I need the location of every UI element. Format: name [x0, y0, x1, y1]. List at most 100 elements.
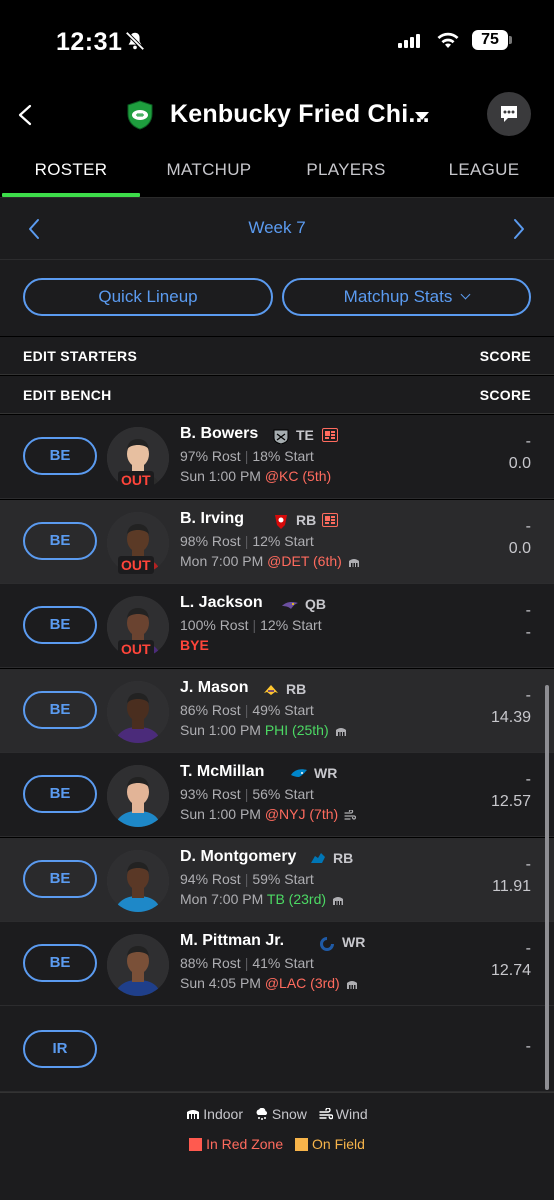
edit-bench-link[interactable]: EDIT BENCH [23, 387, 112, 403]
player-row[interactable]: BE J. Mason RB 86% Rost | 49% Start Sun 1:00 … [0, 669, 554, 753]
scrollbar[interactable] [545, 685, 549, 1090]
player-row[interactable]: BE T. McMillan WR 93% Rost | 56% Start Sun 1:… [0, 753, 554, 837]
player-score: 11.91 [492, 878, 531, 895]
status-bar: 12:31 75 [0, 0, 554, 84]
roster-stats: 98% Rost | 12% Start [180, 533, 314, 549]
roster-stats: 94% Rost | 59% Start [180, 871, 314, 887]
edit-bench-row: EDIT BENCH SCORE [0, 376, 554, 414]
player-name[interactable]: B. Bowers [180, 425, 258, 443]
player-row[interactable]: BE D. Montgomery RB 94% Rost | 59% Start Mon … [0, 838, 554, 922]
raiders-logo-icon [273, 429, 289, 444]
game-info: Sun 1:00 PM @NYJ (7th) [180, 806, 357, 822]
player-name[interactable]: T. McMillan [180, 763, 264, 781]
chat-bubble-icon [501, 106, 517, 122]
bell-slash-icon [125, 31, 145, 51]
week-navigator: Week 7 [0, 198, 554, 260]
team-switcher-caret-icon[interactable] [415, 112, 429, 120]
news-icon[interactable] [322, 513, 338, 527]
game-time: Sun 4:05 PM [180, 975, 261, 991]
game-info: BYE [180, 637, 209, 653]
edit-starters-link[interactable]: EDIT STARTERS [23, 348, 137, 364]
player-headshot[interactable] [107, 850, 169, 912]
stadium-icon [187, 1110, 200, 1119]
player-position: RB [333, 850, 354, 866]
player-headshot[interactable] [107, 765, 169, 827]
team-name-title[interactable]: Kenbucky Fried Chi... [170, 100, 430, 129]
legend-red-zone: In Red Zone [189, 1136, 283, 1152]
next-week-chevron-icon[interactable] [512, 218, 526, 240]
rostered-percent: 98% Rost [180, 533, 241, 549]
started-percent: 41% Start [252, 955, 314, 971]
slot-button[interactable]: BE [23, 944, 97, 982]
player-name[interactable]: M. Pittman Jr. [180, 932, 284, 950]
ir-slot-button[interactable]: IR [23, 1030, 97, 1068]
game-time: Sun 1:00 PM [180, 722, 261, 738]
battery-icon: 75 [472, 30, 508, 50]
player-name[interactable]: B. Irving [180, 510, 244, 528]
rostered-percent: 86% Rost [180, 702, 241, 718]
player-row[interactable]: BE OUT L. Jackson QB 100% Rost | 12% Start BYE… [0, 584, 554, 668]
player-headshot[interactable] [107, 681, 169, 743]
ir-score: - [525, 1038, 531, 1055]
started-percent: 56% Start [252, 786, 314, 802]
slot-button[interactable]: BE [23, 691, 97, 729]
player-row[interactable]: BE OUT B. Irving RB 98% Rost | 12% Start Mon 7… [0, 500, 554, 584]
tab-league[interactable]: LEAGUE [415, 160, 553, 180]
game-time: Mon 7:00 PM [180, 891, 264, 907]
injury-status-badge: OUT [118, 640, 154, 658]
player-name[interactable]: J. Mason [180, 679, 248, 697]
stadium-icon [346, 981, 357, 989]
started-percent: 12% Start [260, 617, 322, 633]
clock: 12:31 [56, 28, 123, 56]
panthers-logo-icon [291, 769, 307, 777]
matchup-stats-button[interactable]: Matchup Stats [282, 278, 531, 316]
legend-on-field: On Field [295, 1136, 365, 1152]
legend-indoor-label: Indoor [203, 1106, 243, 1122]
divider: | [244, 448, 249, 464]
chat-button[interactable] [487, 92, 531, 136]
tab-players[interactable]: PLAYERS [277, 160, 415, 180]
quick-lineup-button[interactable]: Quick Lineup [23, 278, 273, 316]
injury-status-badge: OUT [118, 471, 154, 489]
tab-roster[interactable]: ROSTER [2, 160, 140, 180]
player-row[interactable]: BE M. Pittman Jr. WR 88% Rost | 41% Start Sun… [0, 922, 554, 1006]
news-icon[interactable] [322, 428, 338, 442]
quick-lineup-label: Quick Lineup [98, 287, 198, 306]
rostered-percent: 94% Rost [180, 871, 241, 887]
slot-button[interactable]: BE [23, 437, 97, 475]
stadium-icon [348, 559, 359, 567]
week-label[interactable]: Week 7 [0, 218, 554, 238]
slot-button[interactable]: BE [23, 522, 97, 560]
stadium-icon [333, 897, 344, 905]
divider: | [244, 533, 249, 549]
lineup-actions: Quick Lineup Matchup Stats [0, 260, 554, 336]
player-row[interactable]: BE OUT B. Bowers TE 97% Rost | 18% Start Sun 1… [0, 415, 554, 499]
legend-wind-label: Wind [335, 1106, 368, 1122]
player-name[interactable]: L. Jackson [180, 594, 263, 612]
legend-snow-label: Snow [271, 1106, 307, 1122]
score-header: SCORE [479, 348, 531, 364]
rostered-percent: 88% Rost [180, 955, 241, 971]
slot-button[interactable]: BE [23, 606, 97, 644]
slot-button[interactable]: BE [23, 775, 97, 813]
started-percent: 49% Start [252, 702, 314, 718]
player-position: WR [314, 765, 338, 781]
game-time: Sun 1:00 PM [180, 468, 261, 484]
player-name[interactable]: D. Montgomery [180, 848, 296, 866]
back-chevron-icon[interactable] [16, 104, 34, 126]
projection: - [525, 602, 531, 619]
opponent: @LAC (3rd) [264, 975, 340, 991]
projection: - [525, 433, 531, 450]
field-status-legend: In Red Zone On Field [0, 1136, 554, 1152]
game-time: Mon 7:00 PM [180, 553, 264, 569]
tab-matchup[interactable]: MATCHUP [140, 160, 278, 180]
projection: - [525, 771, 531, 788]
slot-button[interactable]: BE [23, 860, 97, 898]
divider: | [244, 702, 249, 718]
player-headshot[interactable] [107, 934, 169, 996]
stadium-icon [335, 728, 346, 736]
headshot-image [107, 850, 169, 912]
game-info: Sun 4:05 PM @LAC (3rd) [180, 975, 358, 991]
player-score: 0.0 [508, 455, 531, 472]
roster-stats: 100% Rost | 12% Start [180, 617, 322, 633]
